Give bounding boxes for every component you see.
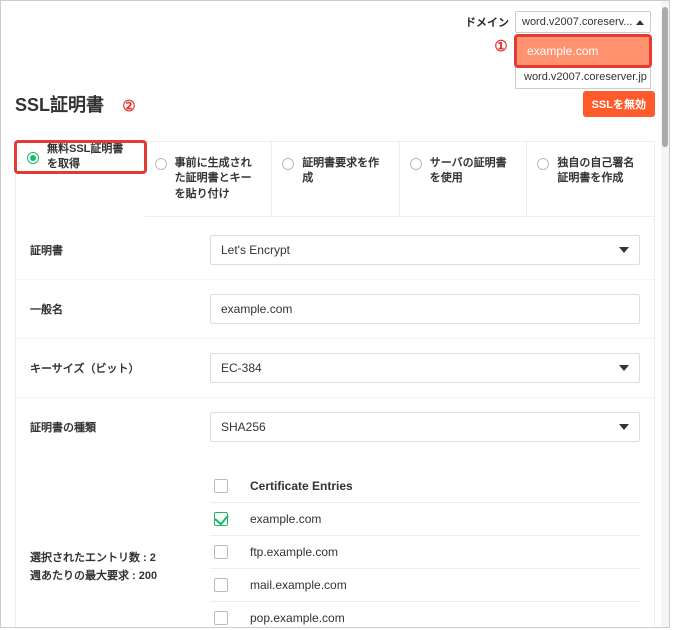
domain-dropdown-menu: example.com word.v2007.coreserver.jp (515, 35, 651, 89)
input-common-name[interactable]: example.com (210, 294, 640, 324)
table-row: example.com (210, 503, 640, 536)
tab-create-csr[interactable]: 証明書要求を作成 (272, 142, 400, 217)
radio-icon (537, 158, 549, 170)
checkbox[interactable] (214, 512, 228, 526)
checkbox[interactable] (214, 578, 228, 592)
tab-label: 無料SSL証明書を取得 (47, 142, 134, 173)
annotation-2: ② (119, 97, 139, 115)
select-keysize[interactable]: EC-384 (210, 353, 640, 383)
table-row: mail.example.com (210, 569, 640, 602)
annotation-1: ① (491, 37, 511, 55)
table-row: pop.example.com (210, 602, 640, 628)
caret-down-icon (619, 365, 629, 371)
domain-option-coreserver[interactable]: word.v2007.coreserver.jp (516, 66, 650, 88)
domain-select[interactable]: word.v2007.coreserv... (515, 11, 651, 33)
tab-label: 証明書要求を作成 (302, 156, 389, 187)
checkbox[interactable] (214, 545, 228, 559)
entry-name: mail.example.com (250, 578, 347, 592)
entries-header: Certificate Entries (250, 479, 353, 493)
max-requests-per-week: 週あたりの最大要求 : 200 (30, 568, 200, 586)
radio-icon (155, 158, 167, 170)
ssl-tabs: 無料SSL証明書を取得 事前に生成された証明書とキーを貼り付け 証明書要求を作成… (15, 141, 655, 217)
domain-label: ドメイン (465, 14, 509, 30)
scrollbar-thumb[interactable] (662, 7, 668, 147)
table-row: ftp.example.com (210, 536, 640, 569)
label-cert-type: 証明書の種類 (30, 419, 200, 435)
caret-down-icon (619, 424, 629, 430)
checkbox[interactable] (214, 611, 228, 625)
tab-free-ssl[interactable]: 無料SSL証明書を取得 (16, 142, 145, 172)
select-value: EC-384 (221, 361, 262, 375)
selected-entries-count: 選択されたエントリ数 : 2 (30, 550, 200, 568)
tab-label: サーバの証明書を使用 (430, 156, 517, 187)
tab-label: 独自の自己署名証明書を作成 (557, 156, 644, 187)
tab-server-cert[interactable]: サーバの証明書を使用 (400, 142, 528, 217)
tab-paste-cert[interactable]: 事前に生成された証明書とキーを貼り付け (145, 142, 273, 217)
input-value: example.com (221, 302, 292, 316)
domain-option-example[interactable]: example.com (516, 36, 650, 66)
caret-up-icon (636, 20, 644, 25)
scrollbar[interactable] (661, 1, 669, 627)
domain-select-value: word.v2007.coreserv... (522, 16, 632, 28)
tab-label: 事前に生成された証明書とキーを貼り付け (175, 156, 262, 202)
select-cert-type[interactable]: SHA256 (210, 412, 640, 442)
ssl-disable-button[interactable]: SSLを無効 (583, 91, 655, 117)
select-value: SHA256 (221, 420, 266, 434)
radio-icon (282, 158, 294, 170)
radio-icon (410, 158, 422, 170)
radio-icon (27, 152, 39, 164)
select-value: Let's Encrypt (221, 243, 290, 257)
checkbox-all[interactable] (214, 479, 228, 493)
entry-name: pop.example.com (250, 611, 345, 625)
label-keysize: キーサイズ（ビット） (30, 360, 200, 376)
entry-name: ftp.example.com (250, 545, 338, 559)
tab-self-signed[interactable]: 独自の自己署名証明書を作成 (527, 142, 654, 217)
select-certificate[interactable]: Let's Encrypt (210, 235, 640, 265)
page-title: SSL証明書 (15, 91, 104, 117)
entries-table: Certificate Entries example.com ftp.exam… (210, 470, 640, 628)
label-certificate: 証明書 (30, 242, 200, 258)
caret-down-icon (619, 247, 629, 253)
label-common-name: 一般名 (30, 301, 200, 317)
entry-name: example.com (250, 512, 321, 526)
